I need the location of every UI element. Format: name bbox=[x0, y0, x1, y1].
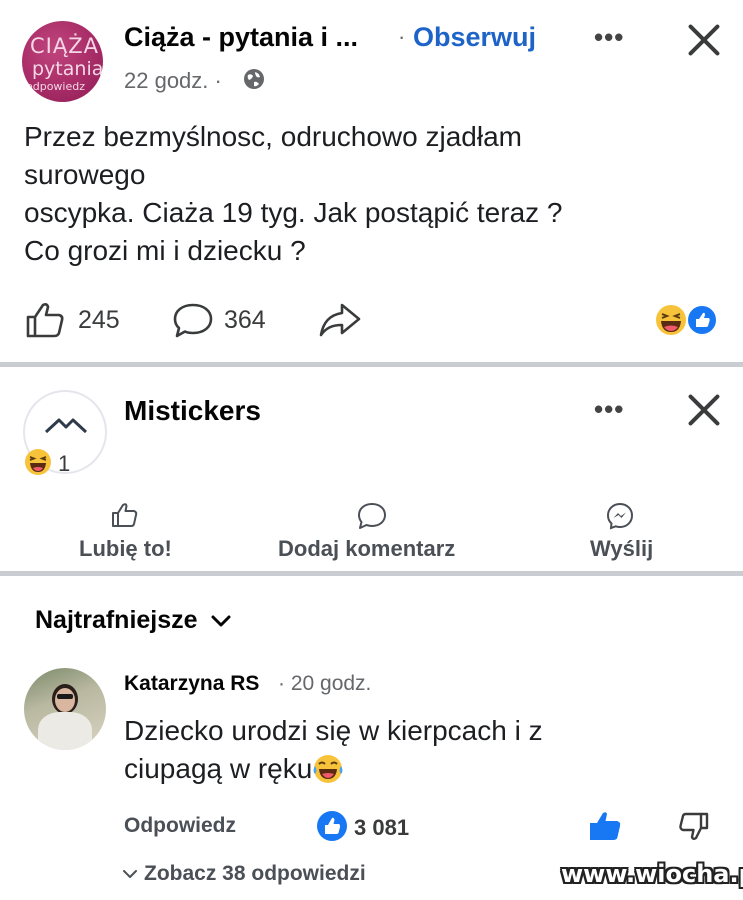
comment-author[interactable]: Katarzyna RS bbox=[124, 672, 259, 696]
advertiser-name[interactable]: Mistickers bbox=[124, 395, 261, 427]
post-divider bbox=[0, 362, 743, 367]
watermark: www.wiocha.pl bbox=[561, 860, 743, 888]
tears-of-joy-emoji-icon bbox=[313, 755, 343, 783]
follow-button[interactable]: Obserwuj bbox=[413, 22, 536, 53]
group-avatar-line3: odpowiedz bbox=[26, 80, 86, 93]
comment-like-count: 3 081 bbox=[354, 815, 410, 840]
header-separator: · bbox=[398, 24, 406, 49]
comment-icon[interactable] bbox=[172, 302, 214, 340]
comment-time: · 20 godz. bbox=[278, 672, 372, 695]
see-replies-label: Zobacz 38 odpowiedzi bbox=[144, 862, 366, 885]
like-icon[interactable] bbox=[588, 810, 622, 842]
close-icon[interactable] bbox=[686, 22, 722, 58]
comment-text-line: Dziecko urodzi się w kierpcach i z bbox=[124, 715, 543, 746]
avatar-sunglasses bbox=[57, 694, 73, 699]
ad-send-button[interactable]: Wyślij bbox=[590, 536, 653, 562]
comment-sort-label: Najtrafniejsze bbox=[35, 606, 198, 634]
post-body-line: Co grozi mi i dziecku ? bbox=[24, 235, 306, 266]
chevron-down-icon bbox=[123, 870, 137, 879]
post-divider bbox=[0, 571, 743, 576]
mountain-logo-icon bbox=[44, 418, 88, 434]
group-avatar[interactable]: CIĄŻA pytania odpowiedz bbox=[22, 21, 103, 102]
avatar[interactable] bbox=[24, 668, 106, 750]
group-avatar-line1: CIĄŻA bbox=[30, 34, 99, 58]
post-body-line: Przez bezmyślnosc, odruchowo zjadłam bbox=[24, 121, 522, 152]
comment-icon[interactable] bbox=[357, 502, 387, 530]
haha-emoji-icon bbox=[25, 449, 51, 475]
like-badge-icon bbox=[317, 811, 347, 841]
post-time: 22 godz. · bbox=[124, 68, 222, 93]
post-body: Przez bezmyślnosc, odruchowo zjadłam sur… bbox=[24, 118, 704, 270]
like-icon[interactable] bbox=[111, 502, 139, 528]
comment-text-line: ciupagą w ręku bbox=[124, 753, 313, 784]
reaction-summary-icon[interactable] bbox=[653, 303, 721, 337]
more-icon[interactable]: ••• bbox=[594, 22, 624, 53]
ad-like-button[interactable]: Lubię to! bbox=[79, 536, 172, 562]
like-icon[interactable] bbox=[25, 302, 65, 338]
dislike-icon[interactable] bbox=[678, 811, 710, 841]
group-avatar-line2: pytania bbox=[32, 58, 103, 80]
comment-sort-dropdown[interactable]: Najtrafniejsze bbox=[35, 606, 231, 635]
reply-button[interactable]: Odpowiedz bbox=[124, 814, 236, 838]
globe-icon bbox=[244, 69, 264, 89]
ad-comment-button[interactable]: Dodaj komentarz bbox=[278, 536, 455, 562]
close-icon[interactable] bbox=[686, 392, 722, 428]
chevron-down-icon bbox=[211, 615, 231, 627]
ad-reaction-count: 1 bbox=[58, 451, 71, 476]
avatar-body bbox=[38, 712, 92, 750]
more-icon[interactable]: ••• bbox=[594, 394, 624, 425]
post-like-count: 245 bbox=[78, 306, 120, 334]
post-body-line: surowego bbox=[24, 159, 146, 190]
post-comment-count: 364 bbox=[224, 306, 266, 334]
avatar-face bbox=[55, 688, 75, 712]
group-name[interactable]: Ciąża - pytania i ... bbox=[124, 22, 358, 53]
share-icon[interactable] bbox=[318, 302, 362, 338]
comment-text: Dziecko urodzi się w kierpcach i z ciupa… bbox=[124, 712, 543, 788]
see-replies-link[interactable]: Zobacz 38 odpowiedzi bbox=[122, 862, 366, 886]
messenger-icon[interactable] bbox=[606, 502, 634, 530]
post-body-line: oscypka. Ciaża 19 tyg. Jak postąpić tera… bbox=[24, 197, 563, 228]
